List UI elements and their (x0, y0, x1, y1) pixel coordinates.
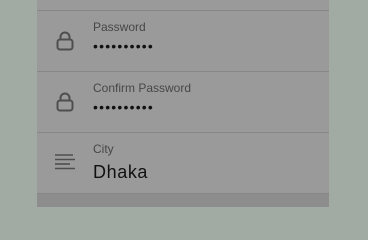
password-input[interactable]: •••••••••• (93, 36, 154, 56)
confirm-password-input[interactable]: •••••••••• (93, 97, 154, 117)
password-label: Password (93, 20, 146, 34)
previous-field-row[interactable] (37, 0, 329, 11)
confirm-password-label: Confirm Password (93, 81, 192, 95)
city-label: City (93, 142, 114, 156)
form-panel: Password •••••••••• Confirm Password •••… (37, 0, 329, 207)
lock-icon (53, 29, 77, 53)
password-field-row[interactable]: Password •••••••••• (37, 11, 329, 72)
lock-icon (53, 90, 77, 114)
city-input[interactable]: Dhaka (93, 162, 148, 182)
next-field-row[interactable] (37, 194, 329, 207)
text-lines-icon (53, 151, 77, 175)
city-field-row[interactable]: City Dhaka (37, 133, 329, 194)
confirm-password-field-row[interactable]: Confirm Password •••••••••• (37, 72, 329, 133)
